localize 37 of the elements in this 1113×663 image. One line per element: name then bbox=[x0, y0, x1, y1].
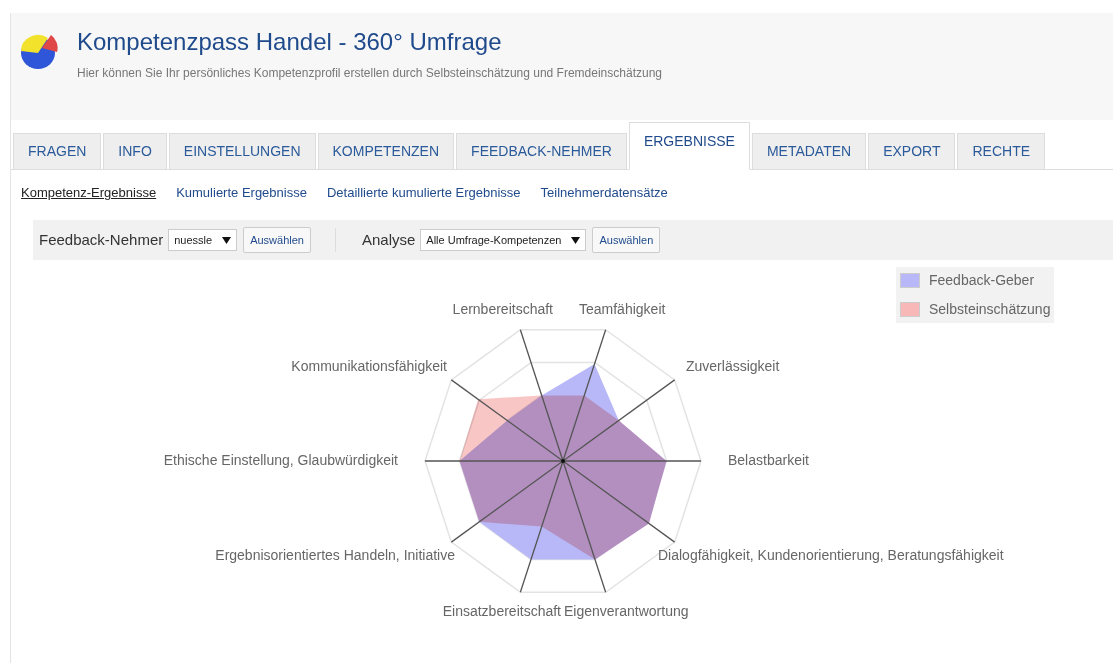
dropdown-value: nuessle bbox=[174, 232, 213, 248]
axis-label: Kommunikationsfähigkeit bbox=[291, 357, 447, 374]
tab[interactable]: INFO bbox=[103, 133, 167, 169]
axis-label: Lernbereitschaft bbox=[452, 300, 553, 317]
axis-label: Einsatzbereitschaft bbox=[442, 602, 561, 619]
legend-label: Selbsteinschätzung bbox=[929, 300, 1051, 319]
select-button[interactable]: Auswählen bbox=[243, 227, 311, 253]
dropdown[interactable]: nuessle bbox=[168, 229, 238, 251]
sub-tab-link[interactable]: Kumulierte Ergebnisse bbox=[176, 183, 307, 212]
tab[interactable]: RECHTE bbox=[957, 133, 1046, 169]
axis-label: Zuverlässigkeit bbox=[686, 357, 780, 374]
axis-label: Belastbarkeit bbox=[728, 451, 809, 468]
tab[interactable]: EXPORT bbox=[868, 133, 956, 169]
legend-label: Feedback-Geber bbox=[929, 271, 1035, 290]
axis-label: Teamfähigkeit bbox=[579, 300, 666, 317]
sub-tab-link[interactable]: Teilnehmerdatensätze bbox=[540, 183, 668, 212]
tab[interactable]: EINSTELLUNGEN bbox=[168, 133, 316, 169]
select-button[interactable]: Auswählen bbox=[592, 227, 661, 253]
axis-label: Eigenverantwortung bbox=[564, 602, 689, 619]
dropdown-arrow-icon bbox=[222, 236, 232, 244]
page-subtitle: Hier können Sie Ihr persönliches Kompetenzprofil erstellen durch Selbsteinschätzung und Fremdeinschätzung bbox=[77, 65, 662, 82]
tab[interactable]: FEEDBACK-NEHMER bbox=[456, 133, 627, 169]
axis-label: Dialogfähigkeit, Kundenorientierung, Beratungsfähigkeit bbox=[658, 546, 1004, 563]
filter-label: Analyse bbox=[361, 229, 416, 250]
axis-label: Ethische Einstellung, Glaubwürdigkeit bbox=[163, 451, 398, 468]
dropdown[interactable]: Alle Umfrage-Kompetenzen bbox=[420, 229, 587, 251]
tab[interactable]: ERGEBNISSE bbox=[628, 122, 750, 170]
sub-tab-link[interactable]: Kompetenz-Ergebnisse bbox=[21, 183, 157, 212]
filter-label: Feedback-Nehmer bbox=[39, 229, 164, 250]
tab[interactable]: FRAGEN bbox=[13, 133, 102, 169]
dropdown-value: Alle Umfrage-Kompetenzen bbox=[426, 232, 562, 248]
tab[interactable]: KOMPETENZEN bbox=[317, 133, 455, 169]
axis-label: Ergebnisorientiertes Handeln, Initiative bbox=[215, 546, 455, 563]
page-title: Kompetenzpass Handel - 360° Umfrage bbox=[77, 28, 503, 56]
sub-tab-link[interactable]: Detaillierte kumulierte Ergebnisse bbox=[326, 183, 521, 212]
tab[interactable]: METADATEN bbox=[751, 133, 867, 169]
dropdown-arrow-icon bbox=[571, 236, 581, 244]
